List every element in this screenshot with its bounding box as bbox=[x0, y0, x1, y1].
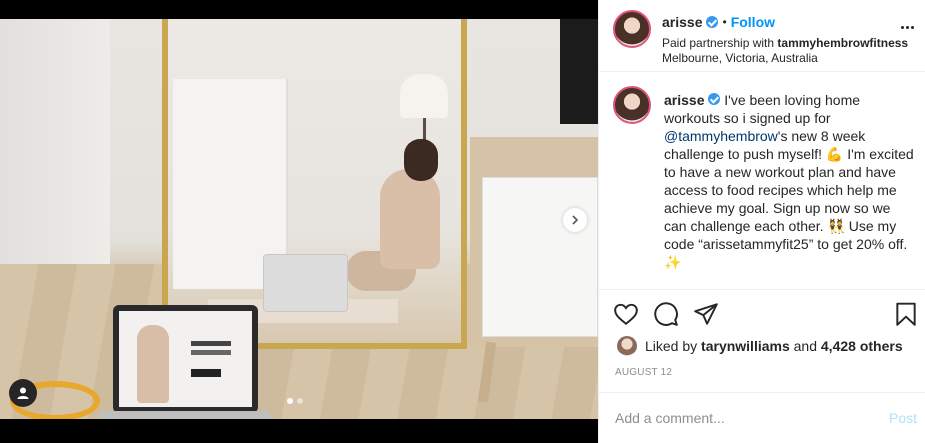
verified-badge-icon bbox=[708, 93, 721, 105]
carousel-dot bbox=[297, 398, 303, 404]
caption-text: arisse I've been loving home workouts so… bbox=[664, 91, 914, 271]
likes-prefix: Liked by bbox=[645, 338, 702, 354]
post-date[interactable]: AUGUST 12 bbox=[615, 367, 672, 378]
verified-badge-icon bbox=[706, 16, 719, 28]
avatar[interactable] bbox=[613, 86, 651, 124]
caption-section: arisse I've been loving home workouts so… bbox=[599, 72, 925, 290]
mention-link[interactable]: @tammyhembrow bbox=[664, 128, 778, 144]
laptop-base bbox=[100, 411, 270, 419]
likes-summary: Liked by tarynwilliams and 4,428 others bbox=[617, 336, 903, 356]
post-media[interactable] bbox=[0, 0, 598, 443]
laptop bbox=[113, 305, 258, 413]
mirror bbox=[162, 19, 467, 349]
post-comment-button[interactable]: Post bbox=[889, 410, 917, 426]
caption-body-2: 's new 8 week challenge to push myself! … bbox=[664, 128, 914, 270]
heart-icon[interactable] bbox=[613, 301, 639, 327]
person-body bbox=[380, 169, 440, 269]
share-icon[interactable] bbox=[693, 301, 719, 327]
partner-link[interactable]: tammyhembrowfitness bbox=[777, 36, 908, 50]
comment-input[interactable] bbox=[615, 407, 865, 429]
more-options-icon[interactable] bbox=[901, 26, 914, 29]
wall bbox=[0, 19, 110, 289]
lamp bbox=[400, 74, 448, 118]
post-photo[interactable] bbox=[0, 19, 598, 419]
laptop-reflection bbox=[263, 254, 348, 312]
cabinet bbox=[470, 137, 598, 403]
post-details: arisse • Follow Paid partnership with ta… bbox=[598, 0, 925, 443]
laptop-figure bbox=[137, 325, 169, 403]
comment-bar: Post bbox=[599, 392, 925, 443]
post-header: arisse • Follow Paid partnership with ta… bbox=[599, 0, 925, 72]
tagged-users-button[interactable] bbox=[9, 379, 37, 407]
tv bbox=[560, 19, 598, 124]
partnership-prefix: Paid partnership with bbox=[662, 36, 778, 50]
laptop-screen bbox=[119, 311, 252, 407]
cabinet-door bbox=[482, 177, 598, 337]
separator: • bbox=[722, 15, 727, 29]
carousel-dot bbox=[287, 398, 293, 404]
carousel-next-button[interactable] bbox=[563, 208, 587, 232]
liker-username[interactable]: tarynwilliams bbox=[701, 338, 790, 354]
likes-text: Liked by tarynwilliams and 4,428 others bbox=[645, 338, 903, 354]
user-icon bbox=[17, 387, 29, 399]
laptop-cta bbox=[191, 369, 221, 377]
location-link[interactable]: Melbourne, Victoria, Australia bbox=[662, 51, 818, 65]
avatar[interactable] bbox=[613, 10, 651, 48]
follow-button[interactable]: Follow bbox=[731, 14, 775, 30]
header-user-row: arisse • Follow bbox=[662, 14, 775, 30]
username-link[interactable]: arisse bbox=[662, 14, 702, 30]
bookmark-icon[interactable] bbox=[893, 301, 919, 327]
carousel-indicator bbox=[287, 398, 303, 404]
likes-count-link[interactable]: 4,428 others bbox=[821, 338, 903, 354]
action-bar bbox=[599, 296, 925, 332]
paid-partnership: Paid partnership with tammyhembrowfitnes… bbox=[662, 36, 908, 50]
comment-icon[interactable] bbox=[653, 301, 679, 327]
person-head bbox=[404, 139, 438, 181]
liker-avatar[interactable] bbox=[617, 336, 637, 356]
chevron-right-icon bbox=[572, 215, 579, 225]
laptop-headline bbox=[191, 341, 231, 355]
likes-middle: and bbox=[789, 338, 821, 354]
caption-username[interactable]: arisse bbox=[664, 92, 704, 108]
